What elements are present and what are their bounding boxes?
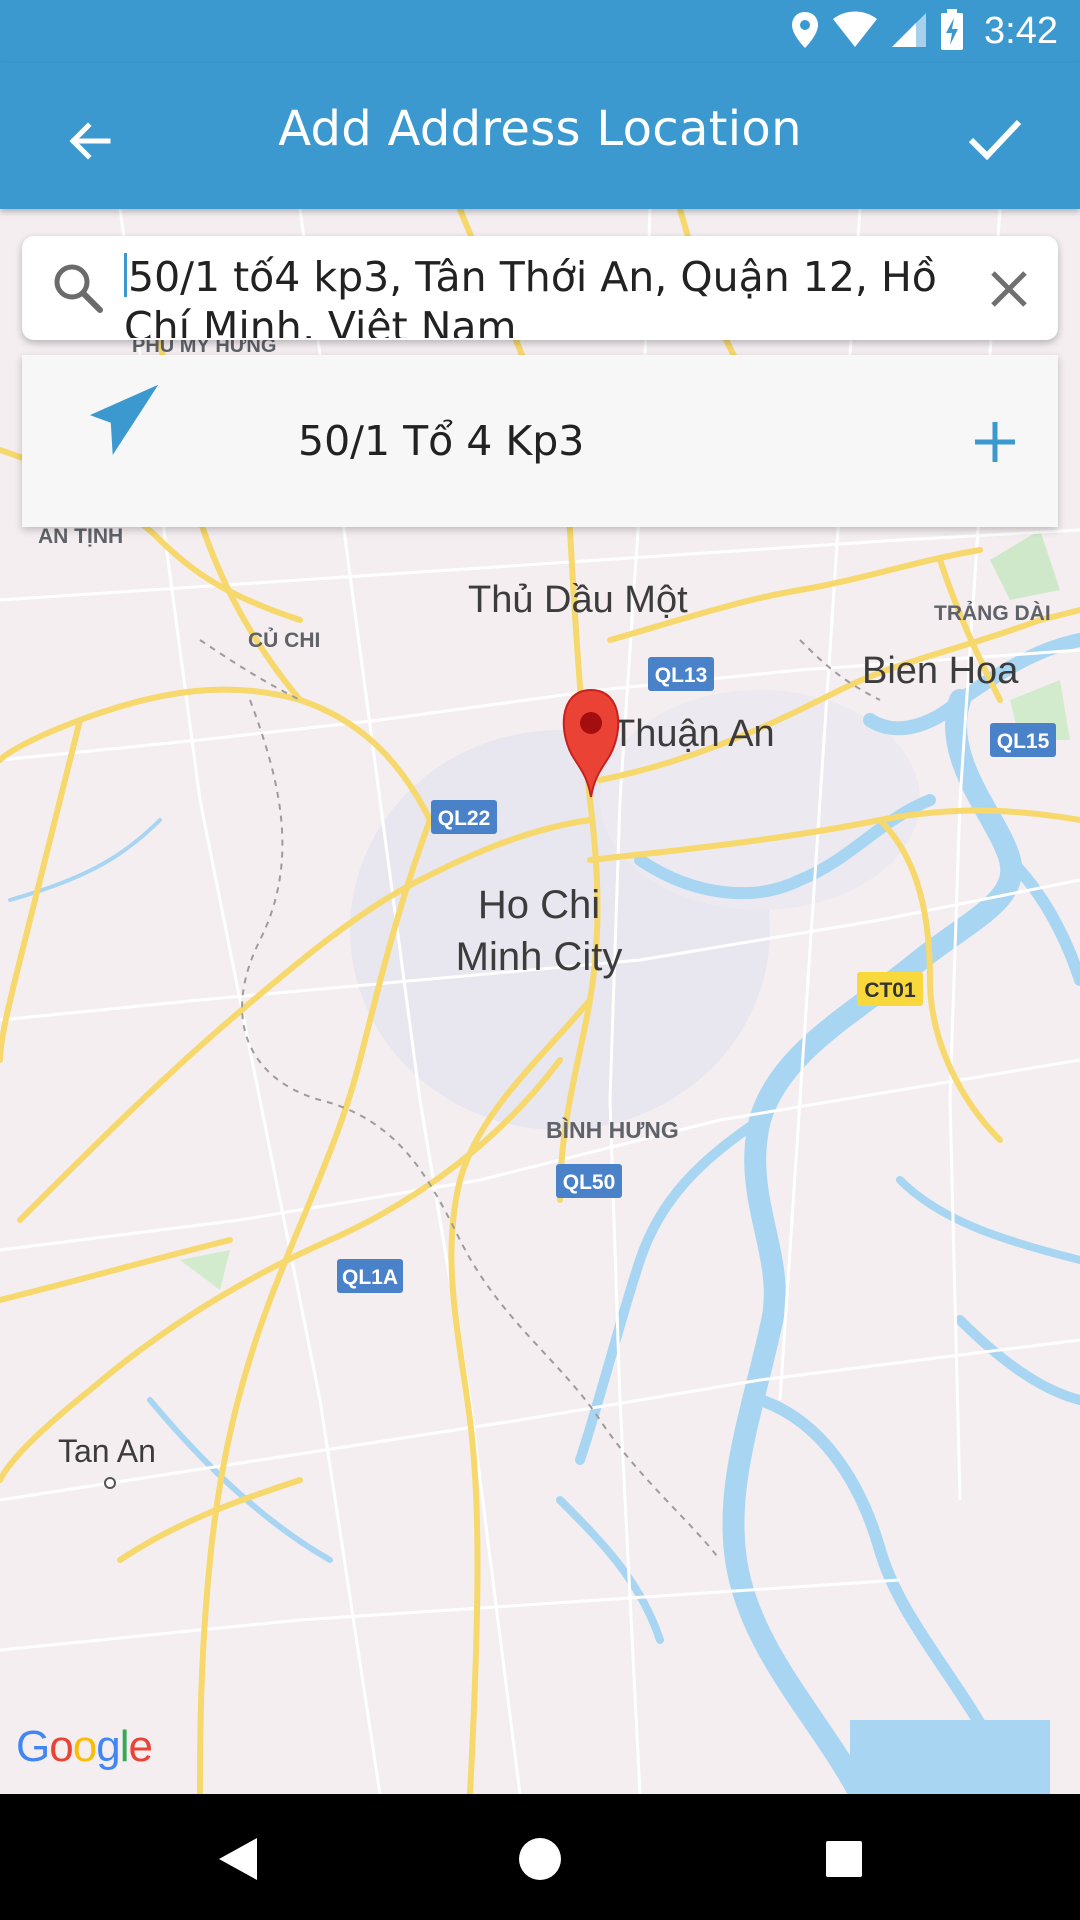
route-shield-ql50: QL50	[563, 1171, 616, 1194]
map-label-thuan-an: Thuận An	[612, 713, 775, 755]
map-label-ho-chi-minh-line2: Minh City	[456, 935, 623, 979]
check-icon	[968, 119, 1022, 161]
wifi-icon	[832, 11, 878, 53]
search-input[interactable]: 50/1 tố4 kp3, Tân Thới An, Quận 12, Hồ C…	[124, 252, 964, 338]
location-pin-icon	[790, 10, 820, 54]
search-box[interactable]: 50/1 tố4 kp3, Tân Thới An, Quận 12, Hồ C…	[22, 236, 1058, 340]
nav-recents-icon	[826, 1841, 862, 1877]
search-input-value: 50/1 tố4 kp3, Tân Thới An, Quận 12, Hồ C…	[124, 253, 937, 338]
map-label-trang-dai: TRẢNG DÀI	[934, 602, 1051, 625]
map-label-thu-dau-mot: Thủ Dầu Một	[468, 579, 688, 621]
nav-home-icon	[519, 1838, 561, 1880]
route-shield-ql15: QL15	[997, 730, 1050, 753]
status-time: 3:42	[984, 10, 1058, 52]
battery-charging-icon	[940, 8, 964, 55]
route-shield-ql13: QL13	[655, 664, 708, 687]
navigation-arrow-icon	[89, 385, 159, 456]
route-shield-ql1a: QL1A	[342, 1266, 398, 1289]
plus-icon	[975, 422, 1015, 462]
nav-back-button[interactable]	[198, 1819, 278, 1899]
system-nav-bar	[0, 1794, 1080, 1920]
clear-search-button[interactable]	[978, 258, 1040, 320]
map-label-tan-an: Tan An	[58, 1433, 156, 1469]
suggestion-label: 50/1 Tổ 4 Kp3	[298, 417, 585, 465]
status-bar: 3:42	[0, 0, 1080, 63]
close-icon	[991, 271, 1027, 307]
nav-recents-button[interactable]	[804, 1819, 884, 1899]
nav-back-icon	[219, 1838, 257, 1880]
route-shield-ql22: QL22	[438, 807, 491, 830]
map-label-cu-chi: CỦ CHI	[248, 628, 320, 652]
google-attribution-logo: Google	[16, 1722, 153, 1771]
map-label-binh-hung: BÌNH HƯNG	[546, 1116, 679, 1143]
cell-signal-icon	[890, 11, 928, 53]
search-icon	[54, 264, 103, 313]
suggestion-item[interactable]: 50/1 Tổ 4 Kp3	[22, 355, 1058, 527]
text-caret	[124, 253, 127, 297]
route-shield-ct01: CT01	[864, 979, 916, 1002]
page-title: Add Address Location	[278, 101, 802, 157]
app-bar: Add Address Location	[0, 63, 1080, 209]
confirm-button[interactable]	[950, 99, 1040, 179]
map-label-an-tinh: AN TỊNH	[38, 525, 123, 548]
map-label-ho-chi-minh-line1: Ho Chi	[478, 883, 600, 927]
map-label-bien-hoa: Bien Hoa	[862, 650, 1019, 692]
nav-home-button[interactable]	[500, 1819, 580, 1899]
add-suggestion-button[interactable]	[960, 407, 1030, 477]
